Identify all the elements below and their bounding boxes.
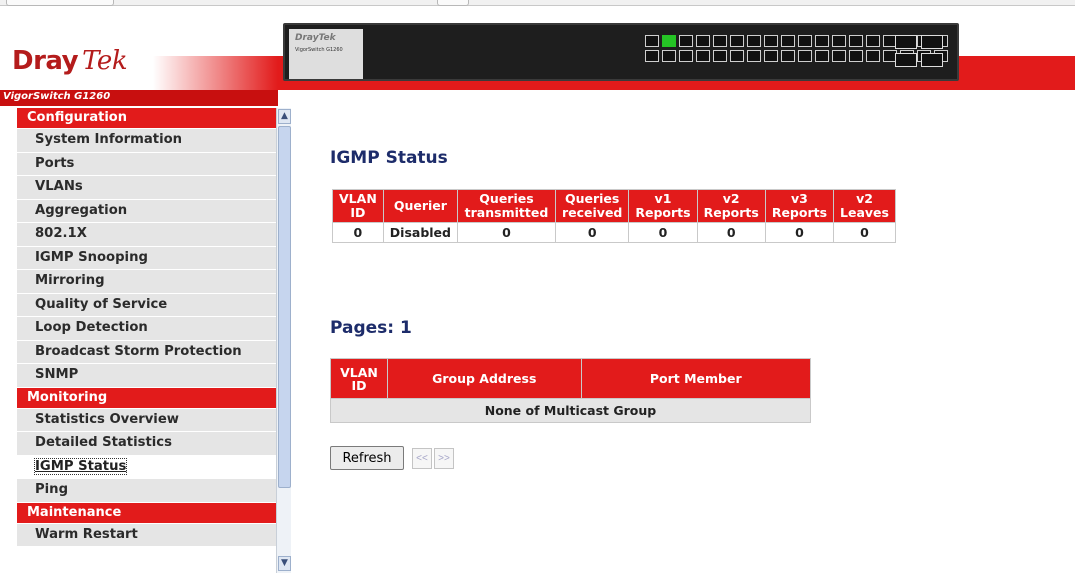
logo-tek: Tek bbox=[82, 46, 128, 76]
sidebar-nav: Configuration System Information Ports V… bbox=[17, 108, 276, 573]
nav-item-8021x[interactable]: 802.1X bbox=[17, 223, 276, 247]
col-header: v3 Reports bbox=[764, 189, 835, 223]
nav-item-aggregation[interactable]: Aggregation bbox=[17, 199, 276, 223]
sfp-port bbox=[921, 53, 943, 67]
header: Dray Tek VigorSwitch G1260 DrayTek VigorS… bbox=[0, 6, 1075, 106]
prev-page-button[interactable]: << bbox=[412, 448, 432, 469]
device-plate-brand: DrayTek bbox=[295, 33, 336, 43]
main-content: IGMP Status VLAN ID Querier Queries transm… bbox=[292, 108, 1075, 573]
nav-item-snmp[interactable]: SNMP bbox=[17, 364, 276, 388]
nav-item-statistics-overview[interactable]: Statistics Overview bbox=[17, 408, 276, 432]
table-cell: 0 bbox=[456, 222, 556, 243]
nav-item-mirroring[interactable]: Mirroring bbox=[17, 270, 276, 294]
table-cell: 0 bbox=[696, 222, 766, 243]
col-header: Querier bbox=[382, 189, 458, 223]
sfp-port bbox=[895, 35, 917, 49]
col-header: Queries received bbox=[554, 189, 630, 223]
col-header: Group Address bbox=[386, 358, 582, 399]
nav-item-system-information[interactable]: System Information bbox=[17, 129, 276, 153]
device-plate-model: VigorSwitch G1260 bbox=[295, 47, 343, 53]
scroll-up-icon[interactable]: ▲ bbox=[278, 109, 291, 124]
scrollbar-thumb[interactable] bbox=[278, 126, 291, 488]
sidebar-scrollbar[interactable]: ▲ ▼ bbox=[276, 108, 291, 573]
col-header: Queries transmitted bbox=[456, 189, 556, 223]
table-header-row: VLAN ID Querier Queries transmitted Querie… bbox=[332, 189, 896, 223]
refresh-button[interactable]: Refresh bbox=[330, 446, 404, 470]
pages-label: Pages: 1 bbox=[330, 318, 412, 338]
col-header: Port Member bbox=[580, 358, 812, 399]
table-cell: 0 bbox=[332, 222, 384, 243]
switch-device-image: DrayTek VigorSwitch G1260 bbox=[283, 23, 959, 81]
table-row: 0 Disabled 0 0 0 0 0 0 bbox=[332, 222, 896, 243]
next-page-button[interactable]: >> bbox=[434, 448, 454, 469]
col-header: VLAN ID bbox=[332, 189, 384, 223]
multicast-group-table: VLAN ID Group Address Port Member None of… bbox=[330, 358, 812, 423]
col-header: v2 Reports bbox=[696, 189, 766, 223]
page-title: IGMP Status bbox=[330, 148, 448, 168]
nav-item-broadcast-storm-protection[interactable]: Broadcast Storm Protection bbox=[17, 340, 276, 364]
nav-item-igmp-snooping[interactable]: IGMP Snooping bbox=[17, 246, 276, 270]
table-cell: 0 bbox=[628, 222, 698, 243]
nav-item-igmp-status[interactable]: IGMP Status bbox=[17, 455, 276, 479]
logo-dray: Dray bbox=[12, 46, 79, 76]
sfp-port bbox=[895, 53, 917, 67]
nav-item-quality-of-service[interactable]: Quality of Service bbox=[17, 293, 276, 317]
col-header: VLAN ID bbox=[330, 358, 388, 399]
device-plate: DrayTek VigorSwitch G1260 bbox=[289, 29, 363, 79]
nav-item-loop-detection[interactable]: Loop Detection bbox=[17, 317, 276, 341]
model-strip: VigorSwitch G1260 bbox=[0, 90, 278, 106]
sfp-port bbox=[921, 35, 943, 49]
nav-section-monitoring: Monitoring bbox=[17, 387, 276, 409]
draytek-logo: Dray Tek bbox=[12, 46, 128, 76]
col-header: v2 Leaves bbox=[833, 189, 896, 223]
table-cell: 0 bbox=[764, 222, 835, 243]
nav-item-vlans[interactable]: VLANs bbox=[17, 176, 276, 200]
table-cell: 0 bbox=[554, 222, 630, 243]
nav-item-ports[interactable]: Ports bbox=[17, 152, 276, 176]
model-label: VigorSwitch G1260 bbox=[3, 91, 111, 102]
nav-section-configuration: Configuration bbox=[17, 108, 276, 129]
nav-item-warm-restart[interactable]: Warm Restart bbox=[17, 523, 276, 547]
table-row: None of Multicast Group bbox=[330, 398, 811, 423]
col-header: v1 Reports bbox=[628, 189, 698, 223]
igmp-status-table: VLAN ID Querier Queries transmitted Querie… bbox=[332, 189, 896, 243]
nav-section-maintenance: Maintenance bbox=[17, 502, 276, 524]
table-cell: Disabled bbox=[382, 222, 458, 243]
nav-item-igmp-status-label: IGMP Status bbox=[33, 457, 128, 475]
nav-item-ping[interactable]: Ping bbox=[17, 479, 276, 503]
table-header-row: VLAN ID Group Address Port Member bbox=[330, 358, 812, 399]
table-cell: 0 bbox=[833, 222, 896, 243]
scroll-down-icon[interactable]: ▼ bbox=[278, 556, 291, 571]
nav-item-detailed-statistics[interactable]: Detailed Statistics bbox=[17, 432, 276, 456]
empty-message: None of Multicast Group bbox=[330, 398, 811, 423]
